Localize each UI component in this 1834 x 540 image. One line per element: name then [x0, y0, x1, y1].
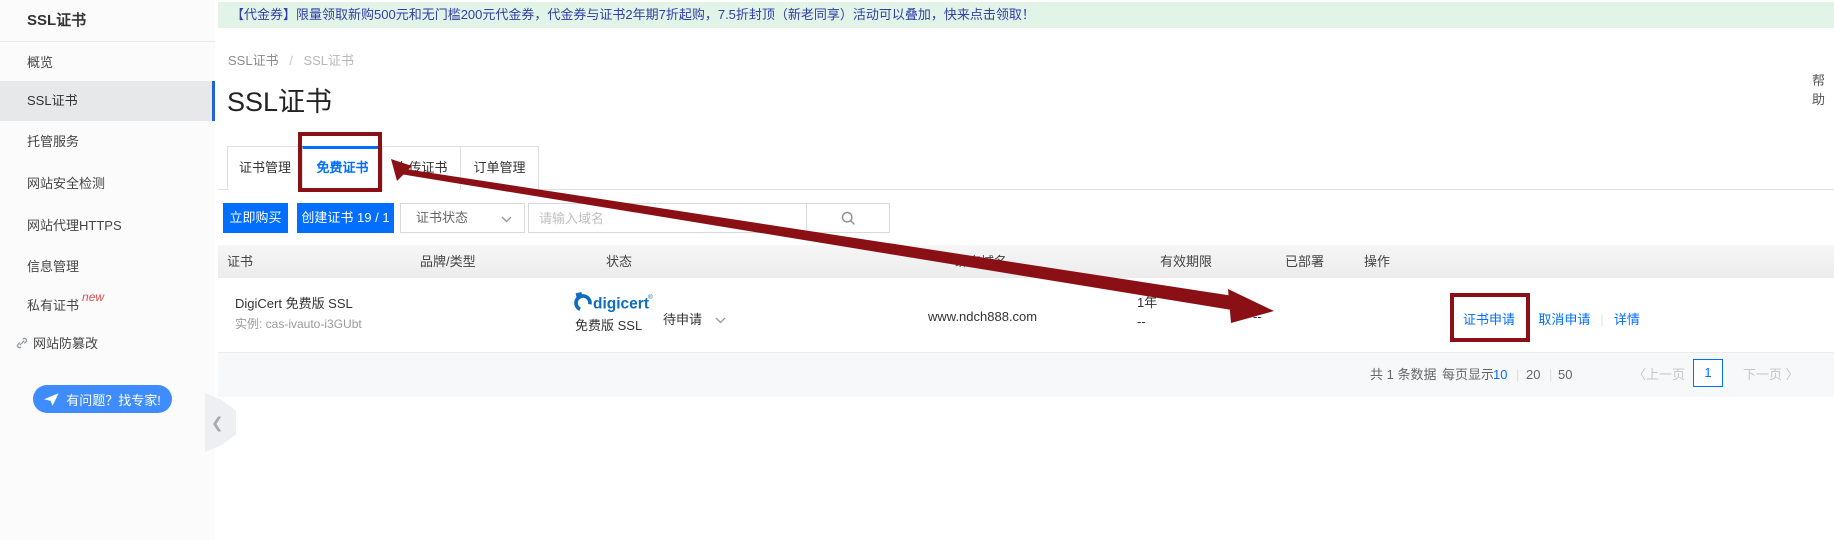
page-size-20[interactable]: 20	[1526, 352, 1540, 397]
col-header-deployed: 已部署	[1285, 245, 1324, 278]
action-apply-cert[interactable]: 证书申请	[1463, 312, 1515, 327]
sidebar-product-title: SSL证书	[0, 0, 215, 42]
next-page-button[interactable]: 下一页 〉	[1743, 352, 1799, 397]
sidebar-collapse-handle[interactable]: ❮	[205, 393, 236, 452]
tab-upload-cert[interactable]: 上传证书	[382, 146, 461, 190]
action-details[interactable]: 详情	[1614, 312, 1640, 327]
ssl-console-page: { "banner": { "text": "【代金券】限量领取新购500元和无…	[0, 0, 1834, 540]
col-header-brand: 品牌/类型	[420, 245, 476, 278]
paper-plane-icon	[44, 393, 59, 406]
current-page-button[interactable]: 1	[1693, 359, 1723, 387]
ask-expert-button[interactable]: 有问题？找专家!	[33, 385, 172, 413]
chevron-left-icon: ❮	[211, 414, 224, 432]
domain-search	[528, 203, 890, 233]
breadcrumb-current: SSL证书	[303, 53, 354, 68]
domain-search-input[interactable]	[529, 204, 806, 232]
new-badge: new	[82, 290, 104, 304]
pagination-per-page-label: 每页显示	[1442, 352, 1494, 397]
sidebar-item-private-cert[interactable]: 私有证书new	[0, 286, 215, 326]
col-header-validity: 有效期限	[1160, 245, 1212, 278]
breadcrumb-separator: /	[289, 53, 293, 68]
row-actions: 证书申请|取消申请|详情	[1463, 309, 1640, 328]
status-cell: 待申请	[663, 309, 726, 328]
promo-banner-text: 【代金券】限量领取新购500元和无门槛200元代金券，代金券与证书2年期7折起购…	[231, 7, 1035, 22]
sidebar: SSL证书 概览 SSL证书 托管服务 网站安全检测 网站代理HTTPS 信息管…	[0, 0, 215, 540]
col-header-status: 状态	[606, 245, 632, 278]
tab-free-cert[interactable]: 免费证书	[302, 146, 383, 191]
external-link-icon	[16, 337, 28, 349]
breadcrumb: SSL证书 / SSL证书	[228, 50, 354, 69]
breadcrumb-root[interactable]: SSL证书	[228, 53, 279, 68]
chevron-down-icon	[501, 216, 512, 223]
cert-status-select[interactable]: 证书状态	[400, 203, 525, 233]
sidebar-item-site-security-check[interactable]: 网站安全检测	[0, 164, 215, 204]
buy-now-button[interactable]: 立即购买	[223, 203, 288, 233]
search-icon	[841, 211, 856, 226]
create-cert-button[interactable]: 创建证书 19 / 1	[297, 203, 394, 233]
col-header-cert: 证书	[227, 245, 253, 278]
bound-domain: www.ndch888.com	[928, 309, 1037, 324]
deployed-value: --	[1253, 309, 1262, 324]
pagination-bar	[218, 352, 1834, 397]
tab-cert-management[interactable]: 证书管理	[227, 146, 303, 190]
validity-value: 1年	[1137, 292, 1157, 311]
prev-page-button[interactable]: 〈上一页	[1633, 352, 1685, 397]
sidebar-item-anti-tamper[interactable]: 网站防篡改	[0, 324, 215, 364]
col-header-actions: 操作	[1364, 245, 1390, 278]
annotation-arrow-head	[1228, 289, 1274, 323]
sidebar-item-ssl-cert[interactable]: SSL证书	[0, 81, 215, 121]
validity-sub: --	[1137, 314, 1146, 329]
page-title: SSL证书	[227, 80, 332, 119]
action-cancel-apply[interactable]: 取消申请	[1538, 312, 1590, 327]
sidebar-item-hosting[interactable]: 托管服务	[0, 122, 215, 162]
sidebar-item-info-management[interactable]: 信息管理	[0, 247, 215, 287]
help-link[interactable]: 帮助	[1812, 70, 1834, 108]
svg-text:®: ®	[648, 293, 653, 301]
tab-order-management[interactable]: 订单管理	[460, 146, 539, 190]
tab-bar: 证书管理 免费证书 上传证书 订单管理	[218, 146, 1834, 190]
cert-instance-id: 实例: cas-ivauto-i3GUbt	[235, 315, 362, 332]
status-chevron-down-icon[interactable]	[715, 317, 726, 324]
pagination-total: 共 1 条数据	[1370, 352, 1436, 397]
col-header-domain: 绑定域名	[955, 245, 1007, 278]
svg-text:digicert: digicert	[593, 296, 649, 313]
sidebar-item-overview[interactable]: 概览	[0, 43, 215, 83]
status-value: 待申请	[663, 312, 702, 327]
search-button[interactable]	[806, 204, 889, 232]
page-size-10[interactable]: 10	[1493, 352, 1507, 397]
page-size-50[interactable]: 50	[1558, 352, 1572, 397]
promo-banner[interactable]: 【代金券】限量领取新购500元和无门槛200元代金券，代金券与证书2年期7折起购…	[218, 2, 1834, 28]
cert-brand-type: 免费版 SSL	[575, 315, 642, 334]
digicert-logo-icon: digicert ®	[573, 291, 653, 317]
sidebar-item-proxy-https[interactable]: 网站代理HTTPS	[0, 206, 215, 246]
cert-name: DigiCert 免费版 SSL	[235, 293, 353, 312]
